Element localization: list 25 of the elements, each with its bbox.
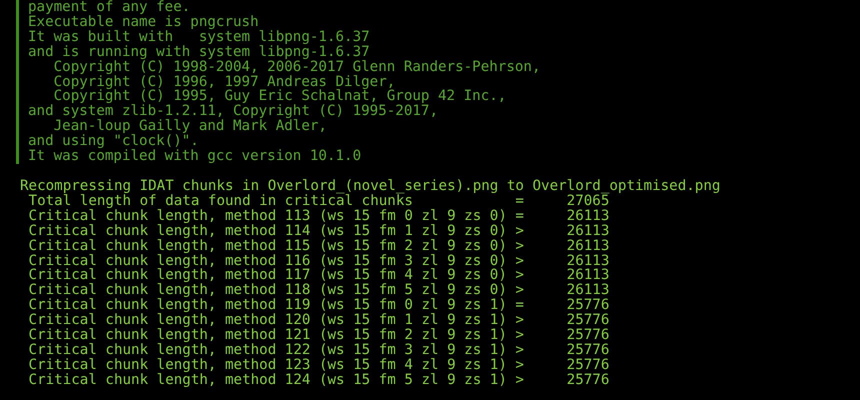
terminal-line: Critical chunk length, method 113 (ws 15 fm 0 zl 9 zs 0) = 26113 (28, 208, 610, 224)
terminal-line: Critical chunk length, method 121 (ws 15 fm 2 zl 9 zs 1) > 25776 (28, 328, 610, 343)
terminal-line: Copyright (C) 1995, Guy Eric Schalnat, Group 42 Inc., (52, 89, 506, 104)
terminal-line: and is running with system libpng-1.6.37 (28, 44, 370, 60)
terminal-line: It was compiled with gcc version 10.1.0 (28, 149, 362, 164)
terminal-line: Executable name is pngcrush (28, 14, 259, 30)
terminal-line: Jean-loup Gailly and Mark Adler, (52, 119, 327, 134)
terminal-line: Copyright (C) 1996, 1997 Andreas Dilger, (52, 74, 396, 90)
terminal-line: Critical chunk length, method 115 (ws 15 fm 2 zl 9 zs 0) > 26113 (28, 238, 610, 254)
terminal-line: Critical chunk length, method 124 (ws 15 fm 5 zl 9 zs 1) > 25776 (28, 372, 610, 388)
terminal-line: and using "clock()". (28, 134, 199, 150)
terminal-line: It was built with system libpng-1.6.37 (28, 30, 370, 45)
terminal-line: and system zlib-1.2.11, Copyright (C) 1995-2017, (28, 104, 438, 120)
terminal-line: payment of any fee. (28, 0, 190, 15)
terminal-line: Critical chunk length, method 123 (ws 15 fm 4 zl 9 zs 1) > 25776 (28, 358, 610, 373)
terminal-line: Critical chunk length, method 116 (ws 15 fm 3 zl 9 zs 0) > 26113 (28, 254, 610, 268)
terminal-line: Critical chunk length, method 117 (ws 15 fm 4 zl 9 zs 0) > 26113 (28, 268, 610, 284)
terminal-line: Total length of data found in critical chunks = 27065 (28, 194, 610, 209)
terminal-line: Critical chunk length, method 122 (ws 15 fm 3 zl 9 zs 1) > 25776 (28, 342, 610, 358)
terminal-line: Critical chunk length, method 120 (ws 15 fm 1 zl 9 zs 1) > 25776 (28, 313, 610, 328)
terminal-line: Copyright (C) 1998-2004, 2006-2017 Glenn Randers-Pehrson, (52, 60, 540, 75)
terminal-line: Critical chunk length, method 118 (ws 15 fm 5 zl 9 zs 0) > 26113 (28, 283, 610, 298)
terminal-line: Recompressing IDAT chunks in Overlord_(novel_series).png to Overlord_optimised.png (20, 178, 720, 194)
terminal-line: Critical chunk length, method 119 (ws 15 fm 0 zl 9 zs 1) = 25776 (28, 298, 610, 314)
terminal-line: Critical chunk length, method 114 (ws 15 fm 1 zl 9 zs 0) > 26113 (28, 224, 610, 239)
